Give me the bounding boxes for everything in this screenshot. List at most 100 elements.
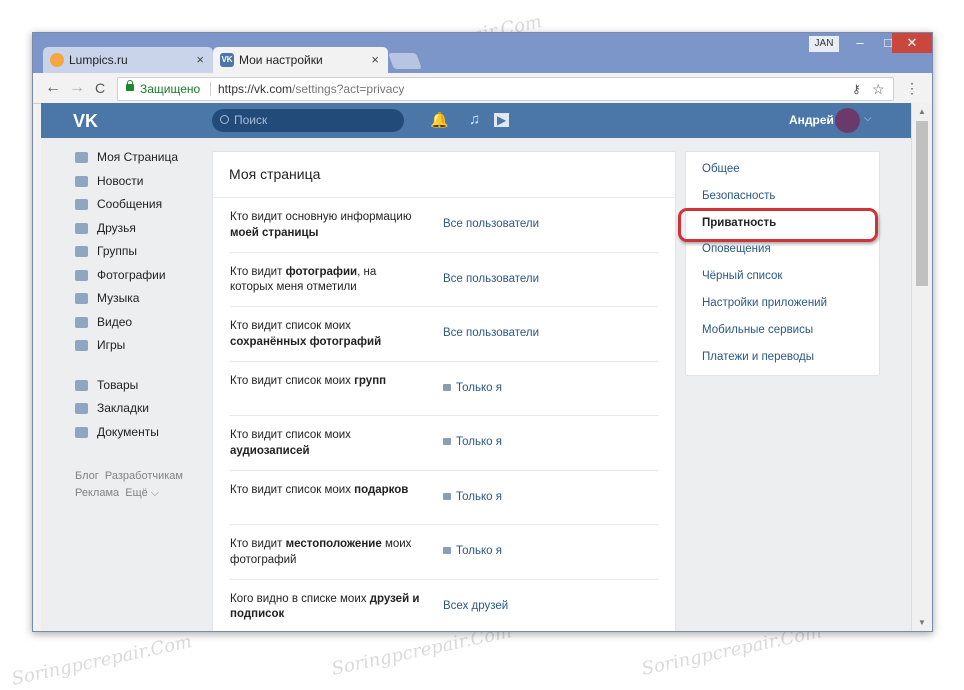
footer-link[interactable]: Блог bbox=[75, 470, 99, 482]
settings-nav-item[interactable]: Платежи и переводы bbox=[686, 344, 879, 371]
user-icon bbox=[75, 222, 88, 234]
settings-nav: Общее Безопасность Приватность Оповещения Чё… bbox=[678, 151, 880, 376]
close-tab-icon[interactable]: × bbox=[196, 47, 204, 73]
sidebar-item-label: Моя Страница bbox=[97, 150, 179, 164]
question-text: Кто видит список моих bbox=[230, 483, 355, 496]
footer-link[interactable]: Реклама bbox=[75, 487, 119, 499]
chevron-down-icon[interactable]: ⌵ bbox=[864, 113, 872, 124]
question-emphasis: подарков bbox=[354, 483, 409, 496]
settings-nav-label: Платежи и переводы bbox=[702, 350, 814, 363]
forward-icon[interactable]: → bbox=[69, 79, 85, 97]
secure-label: Защищено bbox=[140, 82, 201, 96]
privacy-value-dropdown[interactable]: Только я bbox=[443, 362, 502, 416]
search-input[interactable]: Поиск bbox=[212, 109, 404, 132]
privacy-value-dropdown[interactable]: Всех друзей bbox=[443, 580, 508, 632]
film-icon bbox=[75, 316, 88, 328]
privacy-value: Все пользователи bbox=[443, 218, 540, 230]
url-host: https://vk.com bbox=[218, 82, 293, 96]
privacy-value: Все пользователи bbox=[443, 272, 540, 285]
settings-nav-label: Безопасность bbox=[702, 189, 776, 202]
lock-icon bbox=[443, 383, 451, 391]
lock-icon bbox=[126, 80, 134, 91]
footer-link[interactable]: Ещё ⌵ bbox=[125, 487, 159, 499]
close-window-button[interactable]: ✕ bbox=[892, 33, 932, 53]
privacy-row: Кто видит список моих сохранённых фотогр… bbox=[230, 307, 658, 362]
vk-favicon-icon: VK bbox=[220, 53, 234, 67]
sidebar-item-label: Документы bbox=[97, 424, 159, 439]
settings-nav-item[interactable]: Чёрный список bbox=[686, 263, 879, 290]
settings-nav-item[interactable]: Настройки приложений bbox=[686, 290, 879, 317]
sidebar-item-label: Новости bbox=[97, 173, 144, 188]
sidebar-item-label: Сообщения bbox=[97, 197, 163, 211]
close-tab-icon[interactable]: × bbox=[371, 47, 379, 73]
question-text: Кто видит список моих bbox=[230, 374, 355, 387]
news-icon bbox=[75, 175, 88, 187]
avatar[interactable] bbox=[835, 108, 860, 133]
privacy-row: Кто видит список моих аудиозаписей Только… bbox=[230, 416, 658, 471]
privacy-question: Кто видит список моих аудиозаписей bbox=[230, 428, 420, 459]
privacy-row: Кто видит местоположение моих фотографий… bbox=[230, 525, 658, 580]
key-icon[interactable]: ⚷ bbox=[852, 78, 861, 100]
scrollbar[interactable]: ▲ ▼ bbox=[911, 103, 932, 631]
settings-nav-item[interactable]: Оповещения bbox=[686, 236, 879, 263]
tab-title: Lumpics.ru bbox=[69, 53, 128, 67]
privacy-value-dropdown[interactable]: Все пользователи bbox=[443, 307, 539, 361]
scroll-up-icon[interactable]: ▲ bbox=[918, 107, 926, 116]
tab-lumpics[interactable]: Lumpics.ru × bbox=[43, 47, 213, 73]
sidebar-item-label: Музыка bbox=[97, 291, 140, 305]
vk-header: VK Поиск 🔔 ♫ ▶ Андрей ⌵ bbox=[41, 103, 911, 138]
privacy-value-dropdown[interactable]: Все пользователи bbox=[443, 253, 539, 307]
privacy-row: Кто видит фотографии, на которых меня от… bbox=[230, 253, 658, 307]
privacy-value: Всех друзей bbox=[443, 599, 509, 612]
privacy-value-dropdown[interactable]: Только я bbox=[443, 416, 502, 470]
url-input[interactable]: Защищено https://vk.com/settings?act=pri… bbox=[117, 77, 894, 101]
settings-nav-item[interactable]: Мобильные сервисы bbox=[686, 317, 879, 344]
privacy-question: Кто видит список моих сохранённых фотогр… bbox=[230, 319, 420, 350]
star-icon[interactable]: ☆ bbox=[872, 78, 885, 100]
question-emphasis: местоположение bbox=[285, 538, 382, 550]
lock-icon bbox=[443, 438, 451, 445]
play-icon[interactable]: ▶ bbox=[494, 113, 510, 127]
menu-icon[interactable]: ⋮ bbox=[905, 80, 919, 97]
privacy-value-dropdown[interactable]: Все пользователи bbox=[443, 198, 539, 252]
privacy-row: Кого видно в списке моих друзей и подпис… bbox=[230, 580, 658, 632]
camera-icon bbox=[75, 269, 88, 281]
title-bar: Lumpics.ru × VK Мои настройки × JAN – □ … bbox=[33, 33, 932, 73]
user-name[interactable]: Андрей bbox=[789, 113, 834, 127]
settings-nav-item[interactable]: Приватность bbox=[678, 207, 879, 242]
star-icon bbox=[75, 403, 88, 414]
lumpics-favicon-icon bbox=[50, 53, 64, 67]
sidebar-item-label: Товары bbox=[97, 377, 139, 392]
privacy-question: Кто видит список моих подарков bbox=[230, 483, 420, 499]
question-emphasis: групп bbox=[354, 374, 387, 387]
settings-nav-label: Чёрный список bbox=[702, 270, 783, 283]
privacy-value: Только я bbox=[456, 490, 502, 503]
question-text: Кого видно в списке моих bbox=[230, 592, 370, 605]
settings-nav-label: Общее bbox=[702, 163, 740, 175]
footer-link[interactable]: Разработчикам bbox=[105, 470, 183, 482]
privacy-value-dropdown[interactable]: Только я bbox=[443, 525, 502, 579]
reload-icon[interactable]: C bbox=[95, 80, 105, 96]
vk-logo[interactable]: VK bbox=[73, 111, 98, 132]
sidebar-item-label: Группы bbox=[97, 244, 137, 258]
question-emphasis: моей страницы bbox=[230, 226, 319, 239]
scrollbar-thumb[interactable] bbox=[916, 121, 928, 286]
privacy-value-dropdown[interactable]: Только я bbox=[443, 471, 502, 525]
message-icon bbox=[75, 199, 88, 210]
minimize-button[interactable]: – bbox=[846, 33, 874, 53]
profile-badge[interactable]: JAN bbox=[809, 36, 839, 52]
scroll-down-icon[interactable]: ▼ bbox=[918, 618, 926, 627]
divider bbox=[210, 82, 211, 96]
settings-nav-item[interactable]: Безопасность bbox=[686, 183, 879, 210]
question-text: Кто видит основную информацию bbox=[230, 211, 412, 223]
back-icon[interactable]: ← bbox=[45, 79, 61, 97]
music-icon[interactable]: ♫ bbox=[469, 111, 480, 128]
privacy-question: Кого видно в списке моих друзей и подпис… bbox=[230, 592, 420, 623]
page-title: Моя страница bbox=[213, 152, 675, 198]
settings-nav-item[interactable]: Общее bbox=[686, 156, 879, 183]
new-tab-button[interactable] bbox=[388, 53, 422, 69]
tab-settings[interactable]: VK Мои настройки × bbox=[213, 47, 388, 73]
bell-icon[interactable]: 🔔 bbox=[430, 111, 449, 129]
privacy-question: Кто видит список моих групп bbox=[230, 374, 420, 390]
sidebar-item-label: Друзья bbox=[97, 220, 136, 235]
